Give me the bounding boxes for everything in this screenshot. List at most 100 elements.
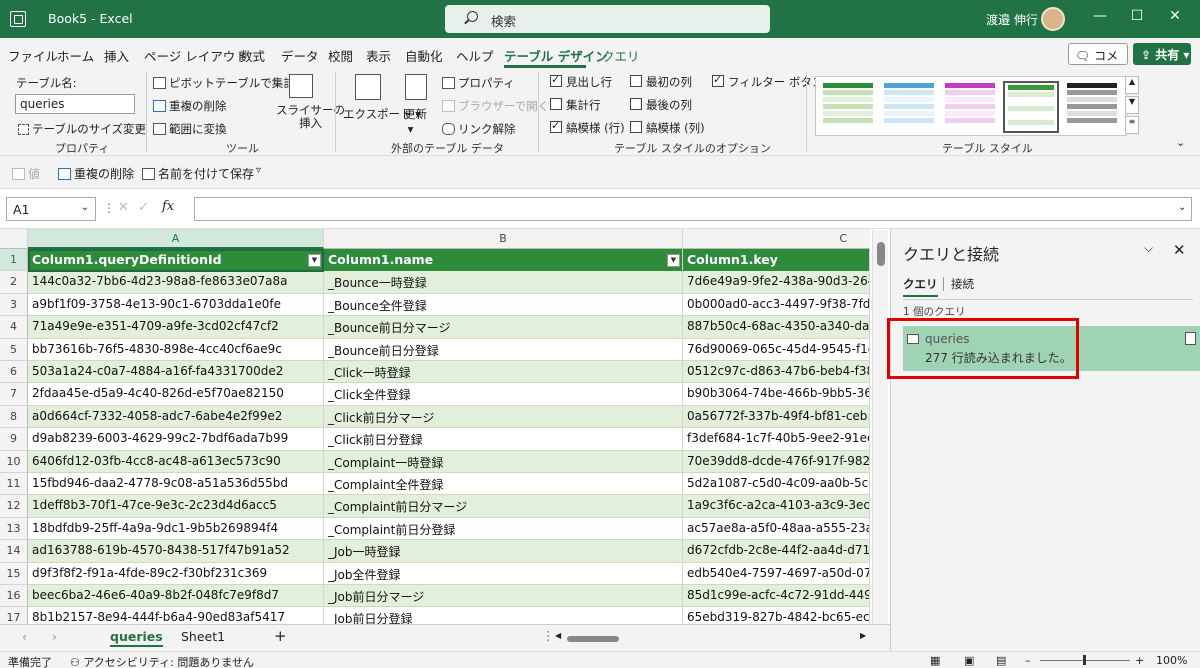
table-cell[interactable]: 6406fd12-03fb-4cc8-ac48-a613ec573c90 [28,450,324,473]
qa-remove-duplicates-button[interactable]: 重複の削除 [58,165,134,182]
filter-button-checkbox[interactable] [712,73,724,87]
collapse-ribbon-icon[interactable]: ⌄ [1176,136,1185,149]
tab-home[interactable]: ホーム [57,46,94,65]
table-cell[interactable]: ac57ae8a-a5f0-48aa-a555-23a [683,517,870,541]
name-box[interactable]: A1 ⌄ [6,197,96,221]
resize-table-button[interactable]: テーブルのサイズ変更 [18,121,146,137]
table-cell[interactable]: 76d90069-065c-45d4-9545-f1c [683,338,870,361]
row-header[interactable]: 14 [0,540,28,563]
row-header[interactable]: 8 [0,405,28,429]
row-header[interactable]: 15 [0,562,28,585]
vertical-scrollbar[interactable] [872,230,888,625]
table-cell[interactable]: _Complaint前日分マージ [324,495,683,518]
filter-dropdown-icon[interactable]: ▼ [308,254,321,267]
table-cell[interactable]: 7d6e49a9-9fe2-438a-90d3-264 [683,271,870,294]
table-style-magenta[interactable] [942,81,998,133]
row-header[interactable]: 1 [0,249,28,272]
open-in-browser-button[interactable]: ブラウザーで開く [442,98,549,114]
table-cell[interactable]: ad163788-619b-4570-8438-517f47b91a52 [28,540,324,563]
zoom-in-icon[interactable]: + [1135,654,1144,667]
table-cell[interactable]: _Job前日分登録 [324,607,683,624]
table-cell[interactable]: _Complaint全件登録 [324,473,683,496]
table-cell[interactable]: d9ab8239-6003-4629-99c2-7bdf6ada7b99 [28,428,324,451]
table-cell[interactable]: 503a1a24-c0a7-4884-a16f-fa4331700de2 [28,361,324,384]
table-cell[interactable]: 0b000ad0-acc3-4497-9f38-7fd [683,293,870,317]
table-cell[interactable]: _Click前日分登録 [324,428,683,451]
page-break-view-icon[interactable]: ▤ [996,654,1006,667]
table-cell[interactable]: _Click一時登録 [324,361,683,384]
table-style-blue[interactable] [881,81,937,133]
table-cell[interactable]: 5d2a1087-c5d0-4c09-aa0b-5c [683,473,870,496]
refresh-button[interactable]: 更新 ▾ [404,106,427,136]
horizontal-scroll-thumb[interactable] [567,636,619,642]
select-all-corner[interactable] [0,229,28,249]
normal-view-icon[interactable]: ▦ [930,654,940,667]
table-cell[interactable]: 70e39dd8-dcde-476f-917f-982 [683,450,870,473]
search-box[interactable]: 検索 [445,5,770,33]
scroll-left-icon[interactable]: ◀ [555,631,561,640]
table-cell[interactable]: d9f3f8f2-f91a-4fde-89c2-f30bf231c369 [28,562,324,585]
table-header-cell[interactable]: Column1.key [683,249,870,272]
expand-formula-icon[interactable]: ⌄ [1178,202,1186,213]
table-cell[interactable]: 0a56772f-337b-49f4-bf81-ceb [683,405,870,429]
table-cell[interactable]: _Job前日分マージ [324,585,683,608]
table-cell[interactable]: _Click前日分マージ [324,405,683,429]
row-header[interactable]: 3 [0,293,28,317]
next-sheet-icon[interactable]: › [52,629,57,644]
table-cell[interactable]: 1a9c3f6c-a2ca-4103-a3c9-3ec [683,495,870,518]
styles-more-icon[interactable]: ≡ [1125,116,1139,134]
banded-columns-checkbox[interactable] [630,121,642,133]
more-options-icon[interactable]: ⋮ [103,201,115,215]
table-cell[interactable]: _Job全件登録 [324,562,683,585]
styles-scroll-up-icon[interactable]: ▲ [1125,76,1139,94]
row-header[interactable]: 16 [0,585,28,608]
table-cell[interactable]: 0512c97c-d863-47b6-beb4-f38 [683,361,870,384]
row-header[interactable]: 2 [0,271,28,294]
save-as-button[interactable]: 名前を付けて保存 [142,165,254,182]
column-header-c[interactable]: C [683,229,870,249]
more-sheets-icon[interactable]: ⋮ [542,628,555,643]
table-cell[interactable]: _Complaint一時登録 [324,450,683,473]
accessibility-status[interactable]: ⚇ アクセシビリティ: 問題ありません [70,654,254,668]
zoom-level[interactable]: 100% [1156,654,1187,667]
first-column-checkbox[interactable] [630,75,642,87]
table-cell[interactable]: a9bf1f09-3758-4e13-90c1-6703dda1e0fe [28,293,324,317]
avatar[interactable] [1041,7,1065,31]
sheet-tab-queries[interactable]: queries [110,629,163,647]
filter-dropdown-icon[interactable]: ▼ [667,254,680,267]
table-cell[interactable]: _Job一時登録 [324,540,683,563]
table-cell[interactable]: 887b50c4-68ac-4350-a340-dac [683,316,870,339]
table-header-cell[interactable]: Column1.name [324,249,683,272]
table-style-selected[interactable] [1003,81,1059,133]
pane-options-chevron-icon[interactable]: ⌵ [1144,241,1153,256]
table-cell[interactable]: b90b3064-74be-466b-9bb5-36 [683,383,870,406]
zoom-out-icon[interactable]: – [1025,654,1031,667]
row-header[interactable]: 10 [0,450,28,473]
column-header-a[interactable]: A [28,229,324,249]
row-header[interactable]: 4 [0,316,28,339]
tab-formulas[interactable]: 数式 [240,46,265,65]
horizontal-scrollbar[interactable]: ◀ ▶ [555,631,866,643]
user-name[interactable]: 渡邉 伸行 [986,11,1038,28]
pivot-summary-button[interactable]: ピボットテーブルで集計 [153,75,295,91]
zoom-slider-handle[interactable] [1083,655,1086,665]
last-column-checkbox[interactable] [630,98,642,110]
table-cell[interactable]: 8b1b2157-8e94-444f-b6a4-90ed83af5417 [28,607,324,624]
query-document-icon[interactable] [1185,332,1196,345]
tab-query[interactable]: クエリ [602,46,640,65]
close-button[interactable]: ✕ [1165,8,1185,24]
table-cell[interactable]: _Bounce前日分マージ [324,316,683,339]
share-button[interactable]: ⇪ 共有 ▾ [1133,43,1191,65]
row-header[interactable]: 17 [0,607,28,624]
pane-close-icon[interactable]: ✕ [1173,241,1186,259]
table-cell[interactable]: edb540e4-7597-4697-a50d-07 [683,562,870,585]
table-cell[interactable]: f3def684-1c7f-40b5-9ee2-91ee [683,428,870,451]
table-cell[interactable]: 65ebd319-827b-4842-bc65-ec [683,607,870,624]
table-cell[interactable]: _Bounce前日分登録 [324,338,683,361]
value-button[interactable]: 値 [12,165,40,182]
minimize-button[interactable]: — [1090,8,1110,24]
table-cell[interactable]: 71a49e9e-e351-4709-a9fe-3cd02cf47cf2 [28,316,324,339]
table-cell[interactable]: a0d664cf-7332-4058-adc7-6abe4e2f99e2 [28,405,324,429]
header-row-checkbox[interactable] [550,73,562,87]
sheet-tab-sheet1[interactable]: Sheet1 [181,629,225,644]
